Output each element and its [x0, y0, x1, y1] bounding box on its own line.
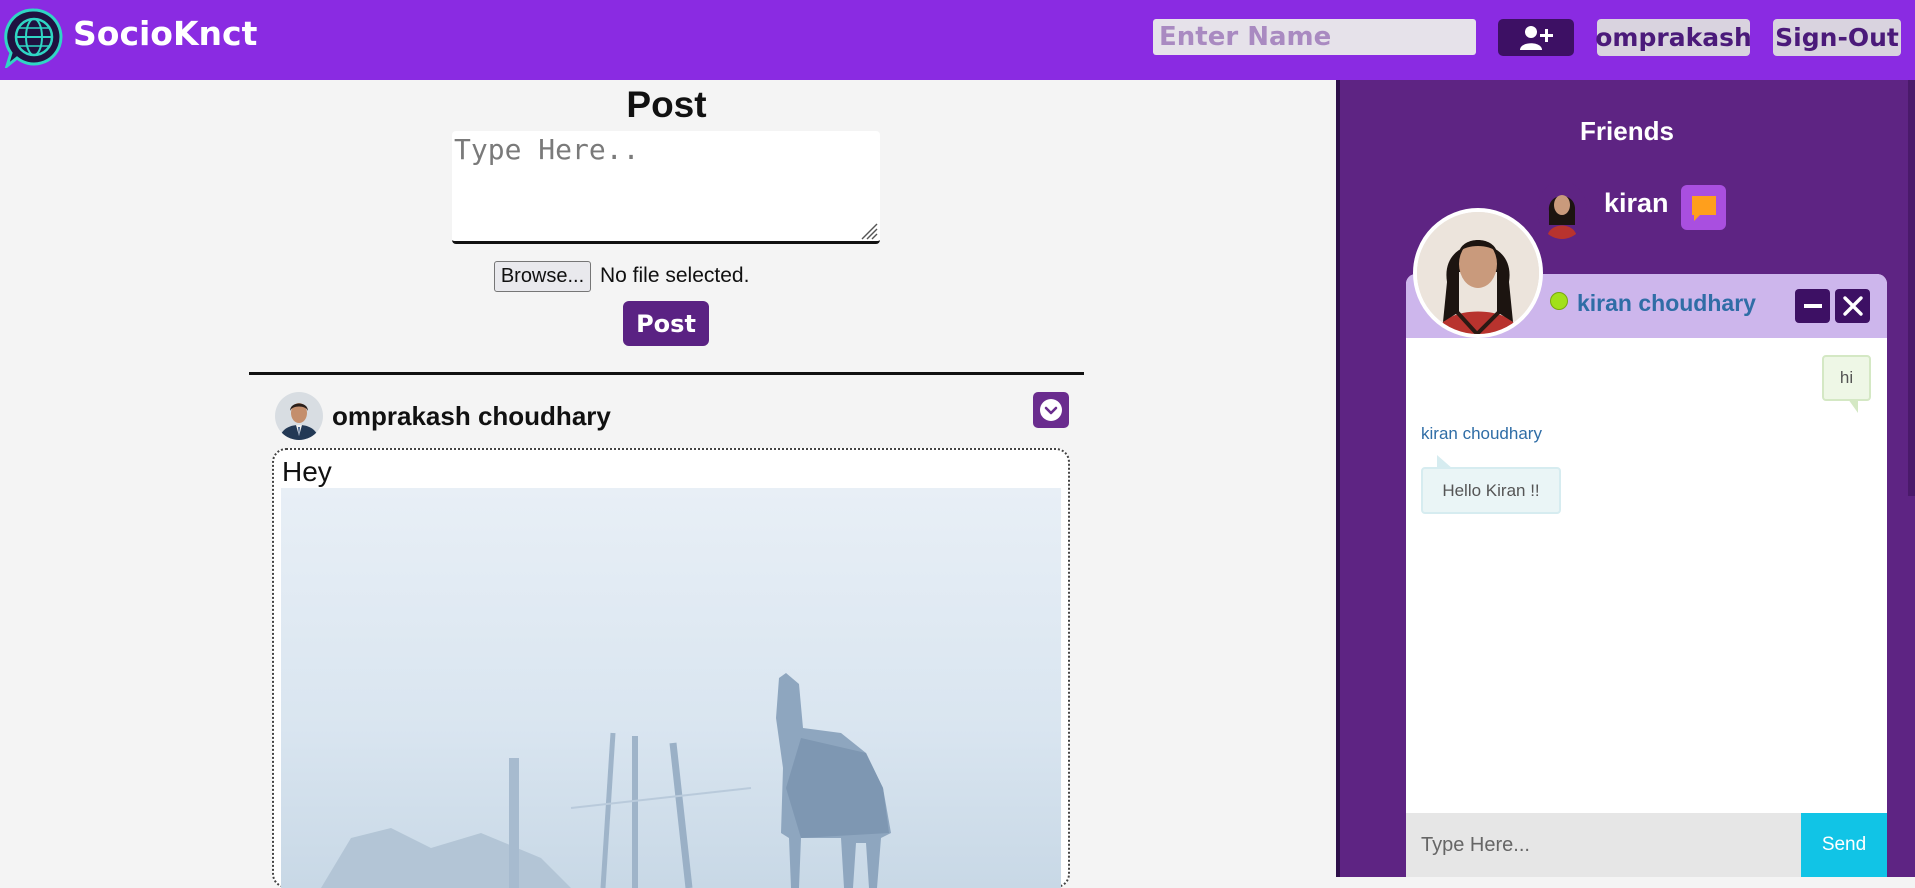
file-status-text: No file selected. — [600, 264, 750, 287]
feed-divider — [249, 372, 1084, 375]
chat-contact-name: kiran choudhary — [1577, 290, 1756, 316]
incoming-message-sender: kiran choudhary — [1421, 424, 1542, 443]
chat-minimize-button[interactable] — [1795, 289, 1830, 323]
chat-message-input[interactable] — [1406, 813, 1801, 877]
post-submit-button[interactable]: Post — [623, 301, 709, 346]
search-friend-input[interactable] — [1153, 19, 1476, 55]
composer-title: Post — [626, 84, 707, 125]
post-body: Hey — [272, 448, 1070, 888]
post-image[interactable] — [281, 488, 1061, 888]
post-options-button[interactable] — [1033, 392, 1069, 428]
friend-chat-button[interactable] — [1681, 185, 1726, 230]
post-author-avatar[interactable] — [275, 392, 323, 440]
globe-chat-logo-icon — [4, 8, 63, 68]
post-text: Hey — [282, 456, 332, 487]
online-status-dot — [1550, 292, 1568, 310]
sign-out-button[interactable]: Sign-Out — [1773, 19, 1901, 56]
post-author-name[interactable]: omprakash choudhary — [332, 401, 611, 432]
close-icon — [1842, 296, 1863, 316]
outgoing-message-tail — [1848, 399, 1858, 413]
man-portrait-icon — [275, 392, 323, 440]
chat-contact-avatar — [1413, 208, 1543, 338]
friends-title: Friends — [1580, 116, 1674, 146]
friend-name[interactable]: kiran — [1604, 188, 1669, 219]
resize-grip-icon[interactable] — [858, 220, 878, 240]
browse-file-button[interactable]: Browse... — [494, 261, 591, 292]
chat-window: kiran choudhary — [1406, 274, 1887, 877]
post-text-input[interactable] — [452, 131, 880, 244]
chat-close-button[interactable] — [1835, 289, 1870, 323]
chat-bubble-icon — [1691, 195, 1716, 221]
outgoing-message: hi — [1822, 355, 1871, 401]
top-navbar: SocioKnct omprakash Sign-Out — [0, 0, 1915, 80]
friend-avatar[interactable] — [1537, 181, 1587, 239]
add-friend-button[interactable] — [1498, 19, 1574, 56]
minus-icon — [1803, 304, 1822, 308]
woman-portrait-icon — [1537, 181, 1587, 239]
chevron-down-circle-icon — [1040, 399, 1062, 421]
user-plus-icon — [1520, 25, 1553, 50]
brand-name: SocioKnct — [73, 14, 258, 53]
woman-portrait-icon — [1417, 212, 1539, 334]
chat-send-button[interactable]: Send — [1801, 813, 1887, 877]
foggy-horse-photo — [281, 488, 1061, 888]
username-button[interactable]: omprakash — [1595, 19, 1752, 56]
incoming-message: Hello Kiran !! — [1421, 467, 1561, 514]
post-header: omprakash choudhary — [275, 392, 1071, 444]
